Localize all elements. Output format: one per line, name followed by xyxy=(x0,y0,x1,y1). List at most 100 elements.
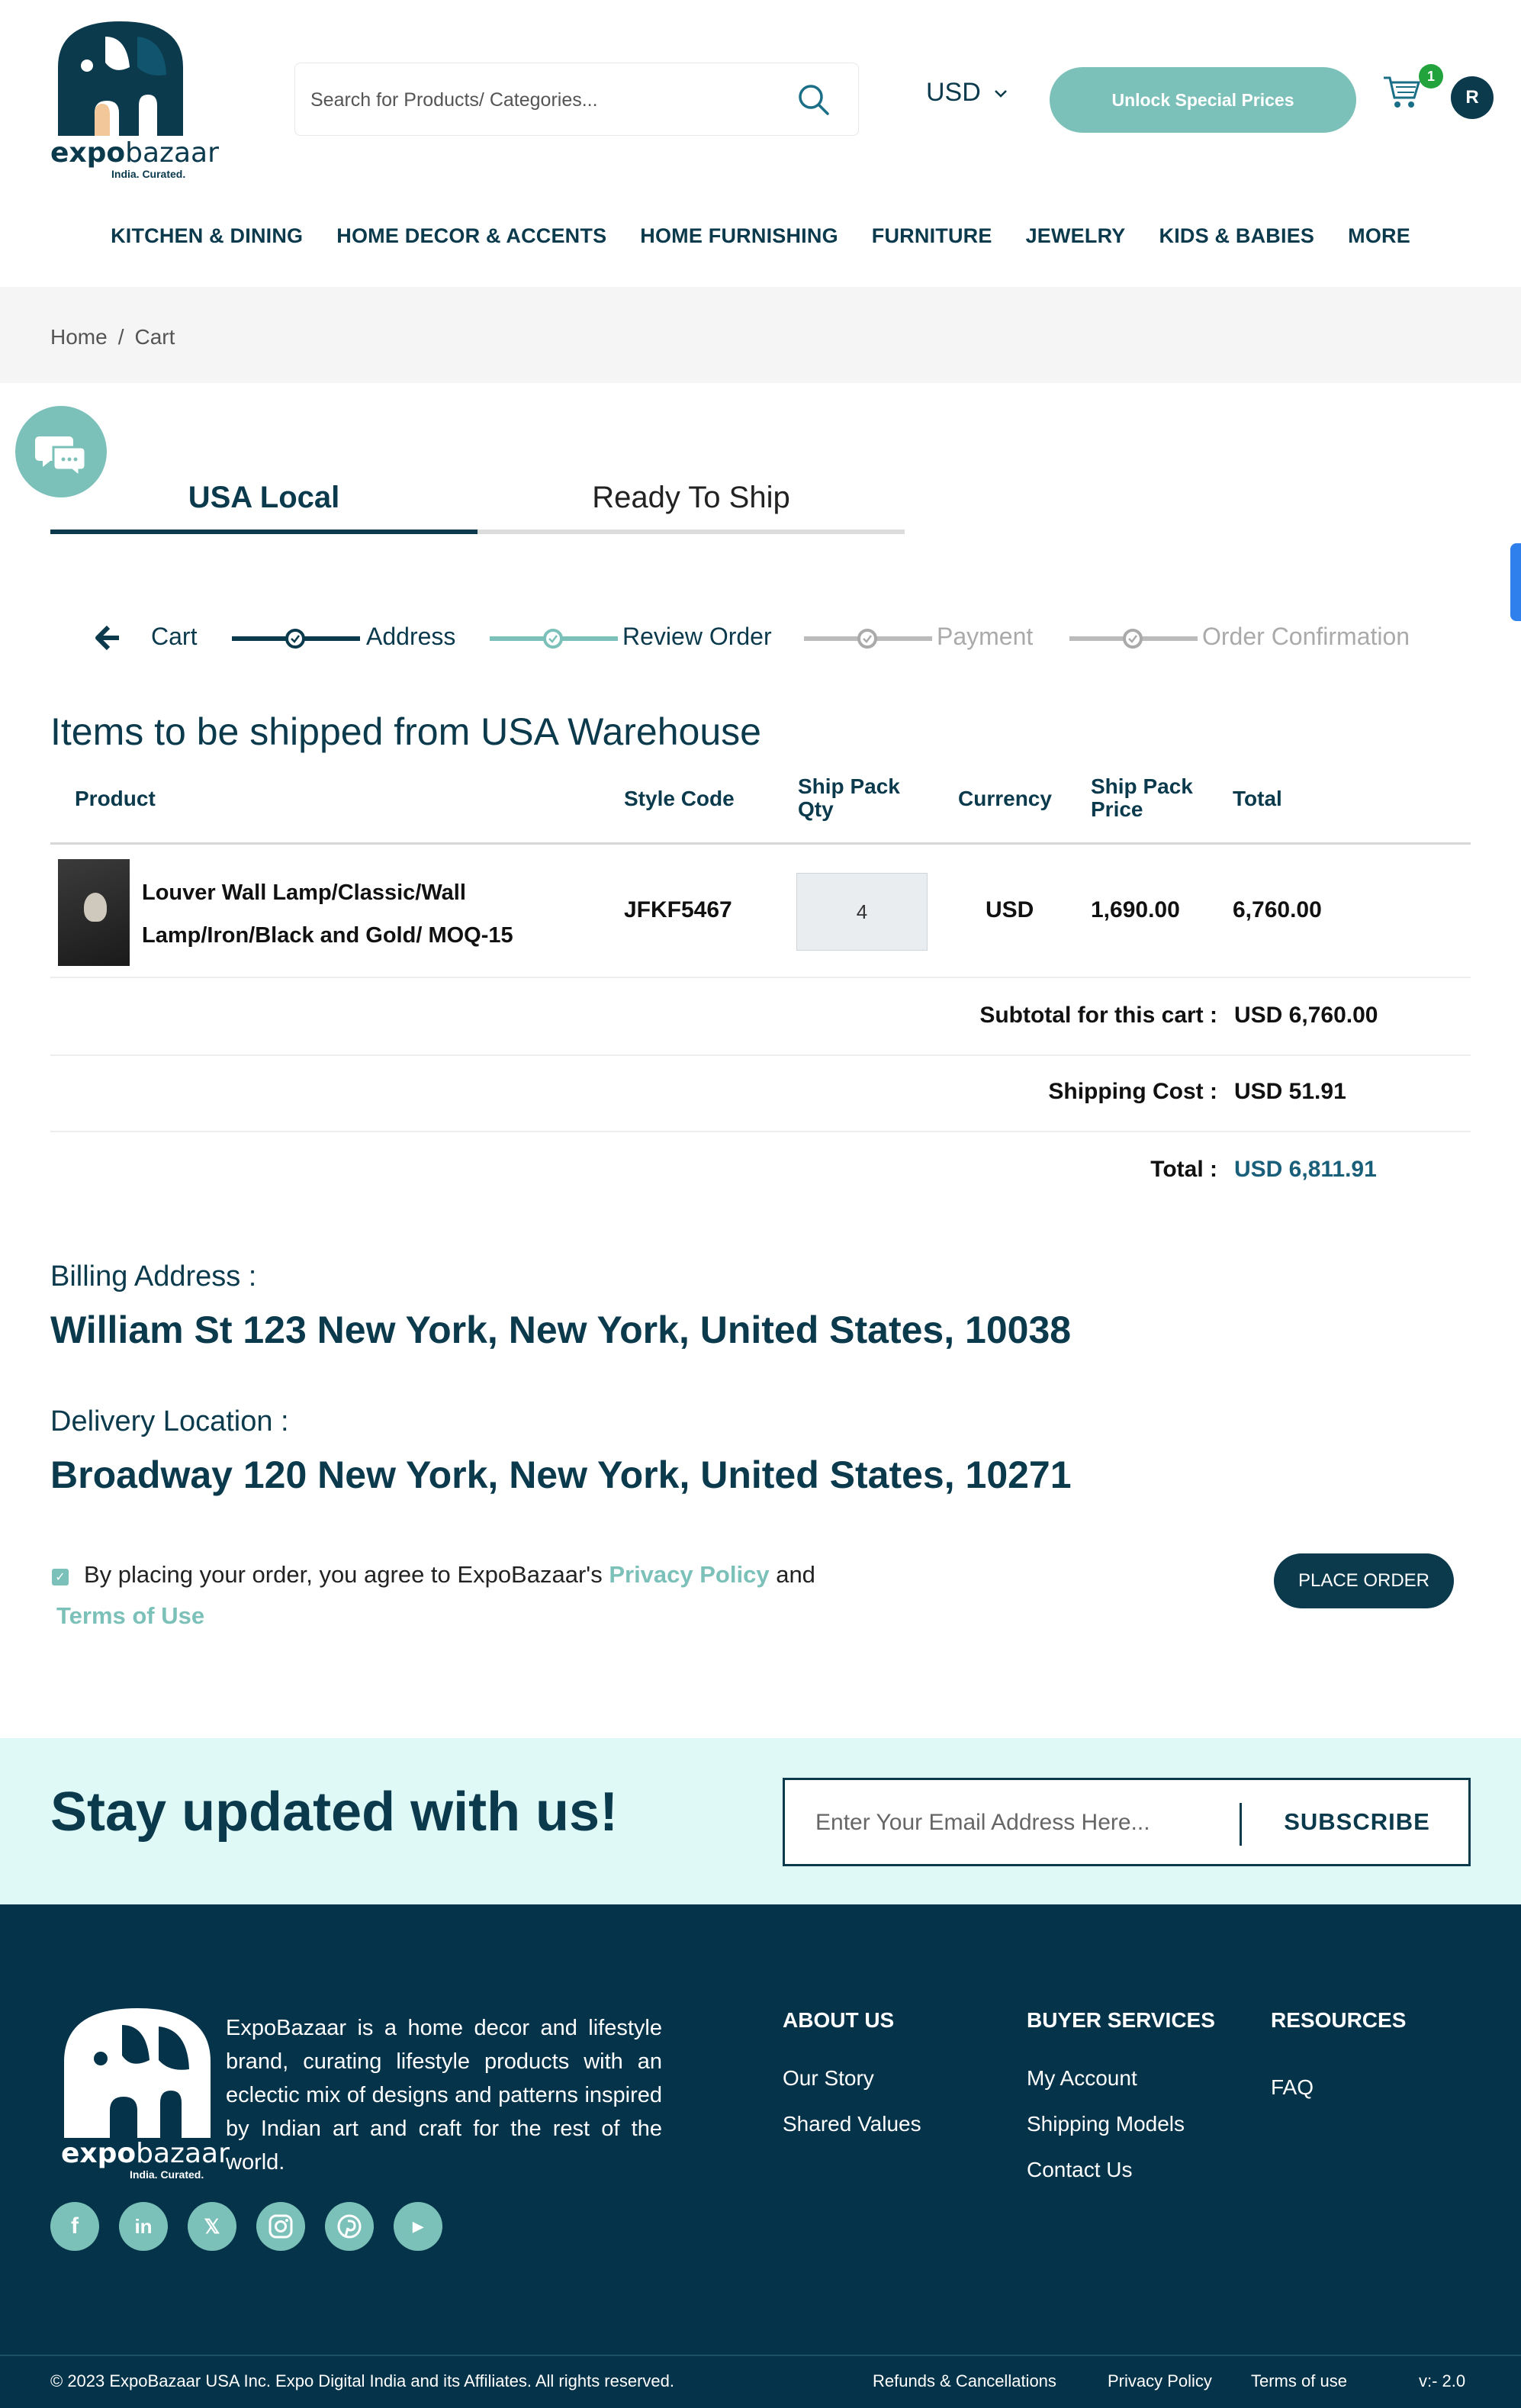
copyright-text: © 2023 ExpoBazaar USA Inc. Expo Digital … xyxy=(50,2371,675,2390)
subscribe-button[interactable]: SUBSCRIBE xyxy=(1246,1780,1468,1864)
footer-link-refunds[interactable]: Refunds & Cancellations xyxy=(873,2371,1056,2391)
chevron-down-icon[interactable] xyxy=(992,84,1010,102)
search-input[interactable] xyxy=(310,85,768,115)
back-arrow-icon[interactable] xyxy=(92,623,122,653)
footer-about-text: ExpoBazaar is a home decor and lifestyle… xyxy=(226,2016,662,2175)
col-header-product: Product xyxy=(75,787,156,810)
step-check-icon xyxy=(857,629,877,649)
nav-item-furniture[interactable]: FURNITURE xyxy=(872,224,992,255)
side-panel-handle[interactable] xyxy=(1510,543,1521,621)
breadcrumb: Home / Cart xyxy=(50,325,185,349)
lamp-image xyxy=(84,893,107,922)
breadcrumb-current: Cart xyxy=(134,325,175,349)
x-icon[interactable]: 𝕏 xyxy=(188,2202,236,2251)
step-payment: Payment xyxy=(937,623,1034,650)
product-total: 6,760.00 xyxy=(1233,897,1322,922)
step-address[interactable]: Address xyxy=(366,623,455,651)
step-check-icon xyxy=(285,629,305,649)
tab-ready-to-ship[interactable]: Ready To Ship xyxy=(478,481,905,534)
col-header-ship-pack-qty: Ship Pack Qty xyxy=(798,774,900,821)
step-review-order: Review Order xyxy=(622,623,772,650)
youtube-icon[interactable]: ▶ xyxy=(394,2202,442,2251)
footer-link-our-story[interactable]: Our Story xyxy=(783,2066,874,2091)
privacy-policy-link[interactable]: Privacy Policy xyxy=(609,1561,769,1588)
logo-tagline: India. Curated. xyxy=(111,168,186,180)
newsletter-section: Stay updated with us! SUBSCRIBE xyxy=(0,1738,1521,1904)
section-title: Items to be shipped from USA Warehouse xyxy=(50,710,761,753)
tab-usa-local[interactable]: USA Local xyxy=(50,481,478,534)
product-price: 1,690.00 xyxy=(1091,897,1180,922)
footer-link-terms-of-use[interactable]: Terms of use xyxy=(1251,2371,1347,2391)
search-icon[interactable] xyxy=(796,82,832,118)
footer-link-shared-values[interactable]: Shared Values xyxy=(783,2112,921,2136)
newsletter-email-input[interactable] xyxy=(815,1806,1227,1840)
footer-link-contact-us[interactable]: Contact Us xyxy=(1027,2158,1133,2182)
unlock-special-prices-button[interactable]: Unlock Special Prices xyxy=(1050,67,1356,133)
nav-item-home-decor[interactable]: HOME DECOR & ACCENTS xyxy=(336,224,606,255)
main-nav: KITCHEN & DINING HOME DECOR & ACCENTS HO… xyxy=(0,224,1521,255)
instagram-icon[interactable] xyxy=(256,2202,305,2251)
shipping-cost-label: Shipping Cost : xyxy=(1048,1079,1217,1104)
step-check-icon xyxy=(1123,629,1143,649)
logo[interactable]: expobazaar India. Curated. xyxy=(50,21,219,182)
footer-link-shipping-models[interactable]: Shipping Models xyxy=(1027,2112,1185,2136)
newsletter-divider xyxy=(1240,1803,1242,1846)
billing-address-label: Billing Address : xyxy=(50,1260,257,1293)
nav-item-more[interactable]: MORE xyxy=(1348,224,1410,255)
col-header-total: Total xyxy=(1233,787,1282,810)
checkout-stepper: Cart Address Review Order Payment Order … xyxy=(92,616,1449,659)
nav-item-jewelry[interactable]: JEWELRY xyxy=(1026,224,1126,255)
subtotal-value: USD 6,760.00 xyxy=(1234,1003,1378,1028)
col-header-ship-pack-price: Ship Pack Price xyxy=(1091,774,1193,821)
product-currency: USD xyxy=(986,897,1034,922)
footer-link-privacy-policy[interactable]: Privacy Policy xyxy=(1108,2371,1212,2391)
agreement-text: By placing your order, you agree to Expo… xyxy=(84,1561,815,1589)
newsletter-title: Stay updated with us! xyxy=(50,1782,619,1843)
footer-logo[interactable]: expobazaar India. Curated. xyxy=(61,2008,230,2181)
terms-of-use-link[interactable]: Terms of Use xyxy=(56,1602,204,1630)
footer: expobazaar India. Curated. ExpoBazaar is… xyxy=(0,1904,1521,2408)
row-divider xyxy=(50,1131,1471,1132)
row-divider xyxy=(50,977,1471,978)
linkedin-icon[interactable]: in xyxy=(119,2202,168,2251)
pinterest-icon[interactable] xyxy=(325,2202,374,2251)
footer-link-my-account[interactable]: My Account xyxy=(1027,2066,1137,2091)
version-label: v:- 2.0 xyxy=(1419,2371,1466,2390)
agree-checkbox[interactable]: ✓ xyxy=(52,1569,69,1585)
cart-icon[interactable] xyxy=(1382,73,1422,110)
place-order-button[interactable]: PLACE ORDER xyxy=(1274,1553,1454,1608)
nav-item-home-furnishing[interactable]: HOME FURNISHING xyxy=(640,224,838,255)
breadcrumb-separator: / xyxy=(117,325,124,349)
elephant-logo-icon xyxy=(64,2008,211,2138)
billing-address-value: William St 123 New York, New York, Unite… xyxy=(50,1309,1072,1351)
step-order-confirmation: Order Confirmation xyxy=(1202,623,1410,650)
breadcrumb-bar: Home / Cart xyxy=(0,287,1521,383)
subtotal-label: Subtotal for this cart : xyxy=(979,1003,1217,1028)
quantity-input[interactable] xyxy=(796,873,928,951)
elephant-logo-icon xyxy=(58,21,183,136)
footer-link-faq[interactable]: FAQ xyxy=(1271,2075,1314,2100)
footer-logo-text: expobazaar xyxy=(61,2138,230,2169)
step-check-icon xyxy=(543,629,563,649)
search-bar xyxy=(294,63,859,136)
product-style-code: JFKF5467 xyxy=(624,897,732,922)
logo-text: expobazaar xyxy=(50,137,219,169)
table-header-divider xyxy=(50,842,1471,845)
footer-resources-title: RESOURCES xyxy=(1271,2008,1407,2032)
user-avatar[interactable]: R xyxy=(1451,76,1494,119)
facebook-icon[interactable]: f xyxy=(50,2202,99,2251)
step-cart[interactable]: Cart xyxy=(151,623,197,651)
col-header-style-code: Style Code xyxy=(624,787,735,810)
delivery-location-value: Broadway 120 New York, New York, United … xyxy=(50,1453,1072,1496)
product-name[interactable]: Louver Wall Lamp/Classic/Wall Lamp/Iron/… xyxy=(142,871,569,957)
cart-count-badge: 1 xyxy=(1419,64,1443,89)
footer-buyer-services-title: BUYER SERVICES xyxy=(1027,2008,1215,2032)
product-thumbnail[interactable] xyxy=(58,859,130,966)
delivery-location-label: Delivery Location : xyxy=(50,1405,289,1437)
footer-divider xyxy=(0,2355,1521,2356)
agreement-sentence: By placing your order, you agree to Expo… xyxy=(84,1561,603,1588)
nav-item-kids-babies[interactable]: KIDS & BABIES xyxy=(1159,224,1315,255)
nav-item-kitchen-dining[interactable]: KITCHEN & DINING xyxy=(111,224,303,255)
breadcrumb-home[interactable]: Home xyxy=(50,325,108,349)
currency-select[interactable]: USD xyxy=(926,78,981,108)
